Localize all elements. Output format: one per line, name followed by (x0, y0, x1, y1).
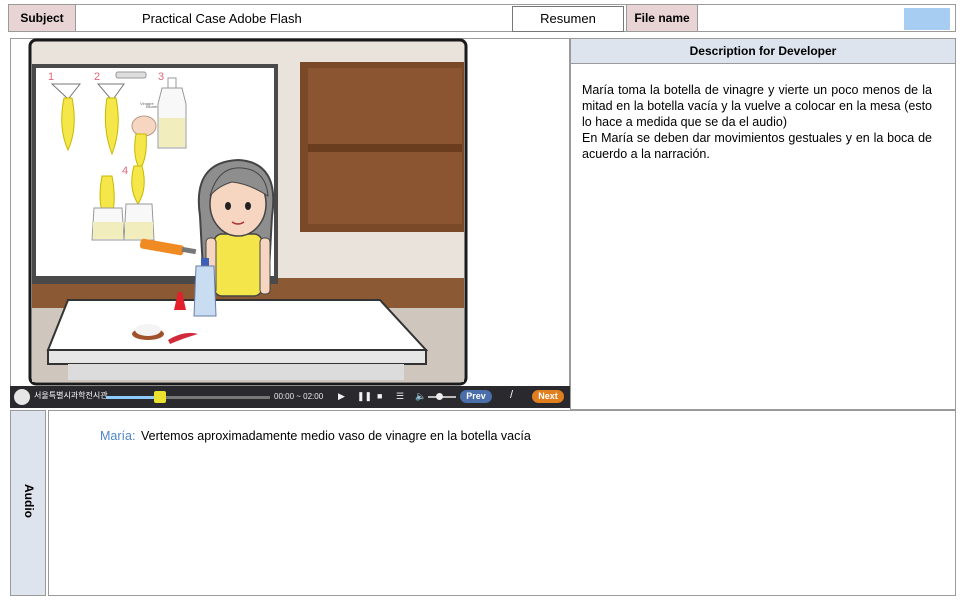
table (46, 299, 429, 380)
volume-icon[interactable]: 🔈 (415, 391, 426, 402)
step-2-number: 2 (94, 71, 100, 83)
org-name: 서울특별시과학전시관 (34, 391, 108, 400)
description-paragraph-2: En María se deben dar movimientos gestua… (582, 131, 932, 161)
step-4-number: 4 (122, 165, 128, 177)
description-paragraph-1: María toma la botella de vinagre y viert… (582, 83, 932, 129)
menu-icon[interactable]: ☰ (396, 391, 404, 402)
time-readout: 00:00 ~ 02:00 (274, 392, 324, 401)
progress-handle[interactable] (154, 391, 166, 403)
org-logo-icon (14, 389, 30, 405)
next-button[interactable]: Next (532, 390, 564, 403)
step-3-number: 3 (158, 71, 164, 83)
scene-illustration: 1 2 3 4 Bicarbonato de sodio Vinagre (28, 38, 468, 386)
prev-button[interactable]: Prev (460, 390, 492, 403)
play-icon[interactable]: ▶ (338, 391, 345, 402)
volume-handle[interactable] (436, 393, 443, 400)
step-1-number: 1 (48, 71, 54, 83)
stop-icon[interactable]: ■ (377, 391, 382, 401)
narration-line: Vertemos aproximadamente medio vaso de v… (141, 429, 531, 443)
subject-value: Practical Case Adobe Flash (142, 11, 302, 26)
description-text: María toma la botella de vinagre y viert… (582, 82, 932, 162)
speaker-name: María: (100, 429, 136, 443)
water-bottle-icon (193, 258, 217, 317)
audio-label: Audio (22, 484, 36, 518)
pause-icon[interactable]: ❚❚ (357, 391, 372, 402)
subject-label: Subject (8, 4, 76, 32)
resumen-button[interactable]: Resumen (512, 6, 624, 32)
wooden-shelf (300, 62, 464, 232)
progress-fill (106, 396, 160, 399)
file-name-label: File name (626, 4, 698, 32)
vinegar-bottle-icon (157, 77, 187, 149)
bottle-note: Vinagre (140, 101, 154, 106)
description-title: Description for Developer (571, 39, 955, 64)
color-swatch-box (904, 8, 950, 30)
nav-separator: / (510, 389, 514, 401)
